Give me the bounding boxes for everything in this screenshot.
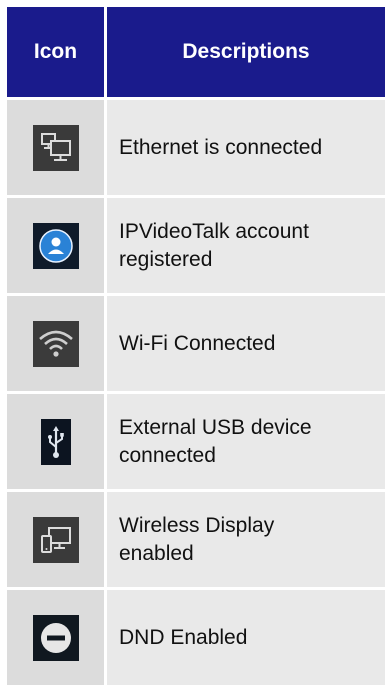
table-row: DND Enabled [7, 590, 385, 685]
account-icon [32, 222, 79, 269]
icon-cell [7, 394, 104, 489]
ethernet-icon [32, 124, 79, 171]
usb-icon [40, 418, 71, 465]
header-icon-column: Icon [7, 7, 104, 97]
wifi-icon [32, 320, 79, 367]
table-row: Wi-Fi Connected [7, 296, 385, 391]
description-text: External USB device connected [119, 415, 312, 467]
description-cell: DND Enabled [107, 590, 385, 685]
table-row: Ethernet is connected [7, 100, 385, 195]
icon-cell [7, 590, 104, 685]
description-text: IPVideoTalk account registered [119, 219, 309, 271]
table-row: Wireless Display enabled [7, 492, 385, 587]
icon-cell [7, 492, 104, 587]
description-text: Wireless Display enabled [119, 513, 275, 565]
table-row: IPVideoTalk account registered [7, 198, 385, 293]
description-cell: External USB device connected [107, 394, 385, 489]
icon-cell [7, 100, 104, 195]
table-header-row: Icon Descriptions [7, 7, 385, 97]
description-cell: Wi-Fi Connected [107, 296, 385, 391]
icon-cell [7, 296, 104, 391]
icon-cell [7, 198, 104, 293]
description-cell: Wireless Display enabled [107, 492, 385, 587]
description-cell: Ethernet is connected [107, 100, 385, 195]
description-text: Wi-Fi Connected [119, 331, 276, 355]
status-icons-table: Icon Descriptions Ethernet is connected [7, 7, 385, 688]
dnd-icon [32, 614, 79, 661]
header-descriptions-column: Descriptions [107, 7, 385, 97]
description-cell: IPVideoTalk account registered [107, 198, 385, 293]
description-text: Ethernet is connected [119, 135, 323, 159]
description-text: DND Enabled [119, 625, 248, 649]
wireless-display-icon [32, 516, 79, 563]
table-row: External USB device connected [7, 394, 385, 489]
